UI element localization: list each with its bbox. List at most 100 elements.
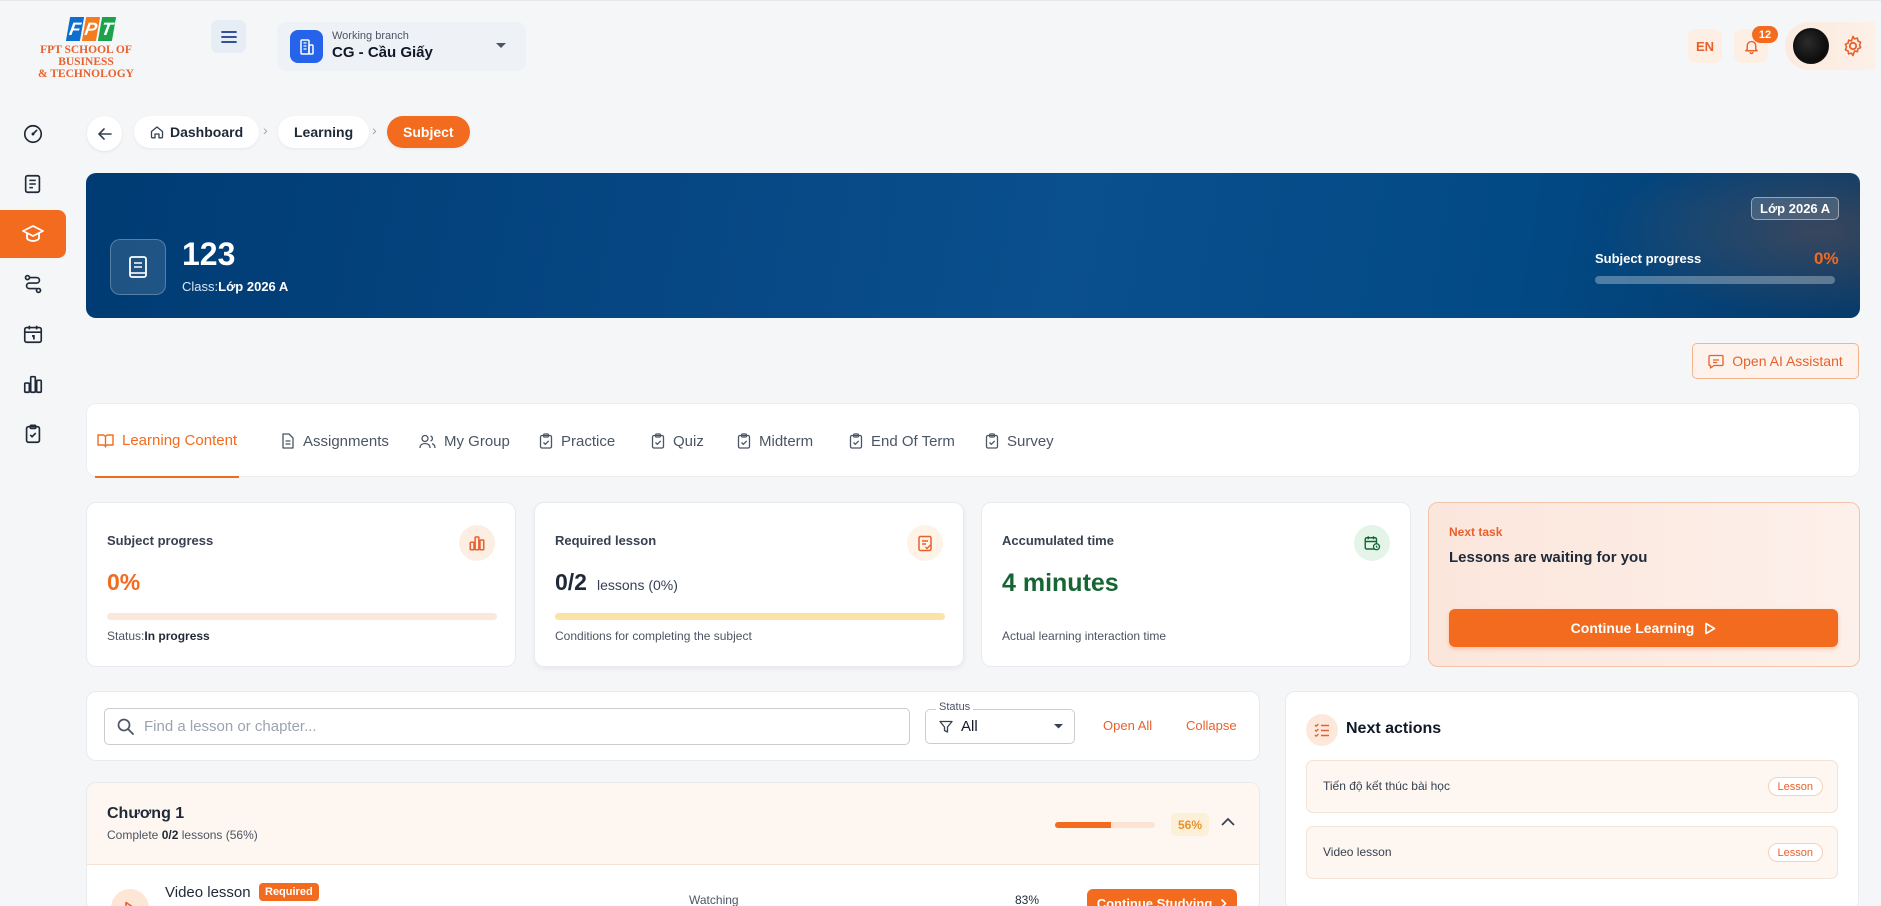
breadcrumb-label: Learning — [294, 124, 354, 140]
tab-my-group[interactable]: My Group — [417, 404, 512, 478]
breadcrumb-subject[interactable]: Subject — [387, 116, 470, 148]
branch-name: CG - Cầu Giấy — [332, 44, 433, 61]
subject-progress-value: 0% — [1814, 249, 1839, 268]
subject-progress-bar — [107, 613, 497, 620]
play-icon[interactable] — [111, 889, 149, 906]
school-name: FPT SCHOOL OF BUSINESS & TECHNOLOGY — [38, 44, 134, 80]
status-select-label: Status — [936, 701, 974, 713]
open-ai-assistant-button[interactable]: Open AI Assistant — [1692, 343, 1859, 379]
lesson-name[interactable]: Video lesson — [165, 884, 251, 901]
accumulated-time-value: 4 minutes — [1002, 569, 1119, 597]
next-action-item[interactable]: Tiến độ kết thúc bài học Lesson — [1306, 760, 1838, 813]
gear-icon[interactable] — [1841, 34, 1865, 58]
breadcrumb-dashboard[interactable]: Dashboard — [134, 116, 260, 148]
document-icon — [281, 433, 295, 449]
subject-progress-value: 0% — [107, 569, 141, 595]
search-field[interactable] — [104, 708, 910, 745]
accumulated-time-card: Accumulated time 4 minutes Actual learni… — [981, 502, 1411, 667]
lesson-tag: Lesson — [1767, 777, 1823, 796]
avatar[interactable] — [1793, 28, 1829, 64]
tab-assignments[interactable]: Assignments — [279, 404, 391, 478]
open-all-button[interactable]: Open All — [1103, 718, 1152, 733]
subject-title: 123 — [182, 236, 236, 272]
filter-icon — [939, 720, 953, 734]
breadcrumb-label: Dashboard — [170, 124, 244, 140]
sidebar-item-learning[interactable] — [0, 210, 66, 258]
book-open-icon — [97, 433, 114, 448]
next-task-card: Next task Lessons are waiting for you Co… — [1428, 502, 1860, 667]
sidebar-item-tasks[interactable] — [0, 410, 66, 458]
menu-toggle-button[interactable] — [211, 20, 246, 53]
route-icon — [22, 273, 44, 295]
breadcrumb-label: Subject — [403, 124, 454, 140]
bar-chart-icon — [22, 373, 44, 395]
sidebar-item-documents[interactable] — [0, 160, 66, 208]
chapter-summary: Complete 0/2 lessons (56%) — [107, 828, 258, 842]
clipboard-check-icon — [849, 433, 863, 449]
calendar-clock-icon — [1354, 525, 1390, 561]
lesson-status: Watching — [689, 893, 739, 906]
sidebar-item-dashboard[interactable] — [0, 110, 66, 158]
subject-progress-label: Subject progress — [1595, 251, 1702, 266]
tab-quiz[interactable]: Quiz — [649, 404, 706, 478]
next-task-text: Lessons are waiting for you — [1449, 549, 1648, 566]
status-select[interactable]: Status All — [925, 701, 1075, 744]
sidebar-item-calendar[interactable] — [0, 310, 66, 358]
chapter-progress-value: 56% — [1171, 813, 1209, 836]
chapter-header[interactable]: Chương 1 Complete 0/2 lessons (56%) 56% — [87, 783, 1259, 865]
list-check-icon — [1306, 714, 1338, 746]
required-lesson-footer: Conditions for completing the subject — [555, 629, 752, 643]
breadcrumb-separator: › — [372, 122, 377, 138]
arrow-left-icon — [97, 127, 112, 141]
calendar-icon — [22, 323, 44, 345]
chevron-right-icon — [1220, 898, 1227, 906]
continue-learning-button[interactable]: Continue Learning — [1449, 609, 1838, 647]
accumulated-time-footer: Actual learning interaction time — [1002, 629, 1167, 643]
sidebar-item-roadmap[interactable] — [0, 260, 66, 308]
search-input[interactable] — [144, 718, 884, 735]
chapter-title: Chương 1 — [107, 805, 185, 822]
user-menu[interactable] — [1785, 22, 1875, 70]
subject-progress-card: Subject progress 0% Status:In progress — [86, 502, 516, 667]
clipboard-check-icon — [737, 433, 751, 449]
book-icon — [110, 239, 166, 295]
notifications-button[interactable]: 12 — [1734, 26, 1778, 63]
tab-end-of-term[interactable]: End Of Term — [847, 404, 957, 478]
clipboard-check-icon — [651, 433, 665, 449]
play-icon — [1704, 622, 1716, 635]
chevron-down-icon — [495, 42, 507, 50]
subject-progress-bar — [1595, 276, 1835, 284]
continue-studying-button[interactable]: Continue Studying — [1087, 889, 1237, 906]
book-icon — [22, 173, 44, 195]
language-button[interactable]: EN — [1688, 29, 1722, 63]
branch-selector[interactable]: Working branch CG - Cầu Giấy — [277, 22, 526, 71]
next-actions-title: Next actions — [1346, 720, 1442, 737]
hamburger-icon — [220, 30, 237, 44]
clipboard-check-icon — [22, 423, 44, 445]
clipboard-list-icon — [907, 525, 943, 561]
back-button[interactable] — [87, 116, 122, 151]
dashboard-icon — [22, 123, 44, 145]
subject-tabs: Learning Content Assignments My Group Pr… — [86, 403, 1860, 478]
school-logo[interactable]: FPT FPT SCHOOL OF BUSINESS & TECHNOLOGY — [16, 17, 156, 80]
breadcrumb-learning[interactable]: Learning — [278, 116, 370, 148]
required-lesson-count: 0/2 lessons (0%) — [555, 569, 678, 595]
tab-learning-content[interactable]: Learning Content — [95, 404, 240, 478]
fpt-logo-mark: FPT — [65, 17, 156, 41]
chevron-up-icon[interactable] — [1221, 817, 1235, 826]
lesson-tag: Lesson — [1767, 843, 1823, 862]
tab-midterm[interactable]: Midterm — [735, 404, 815, 478]
required-lesson-bar — [555, 613, 945, 620]
home-icon — [150, 125, 164, 139]
required-lesson-card: Required lesson 0/2 lessons (0%) Conditi… — [534, 502, 964, 667]
collapse-button[interactable]: Collapse — [1186, 718, 1237, 733]
branch-label: Working branch — [332, 30, 409, 42]
tab-practice[interactable]: Practice — [537, 404, 617, 478]
chapter-card: Chương 1 Complete 0/2 lessons (56%) 56% … — [86, 782, 1260, 906]
lesson-filter-panel: Status All Open All Collapse — [86, 691, 1260, 761]
required-badge: Required — [259, 883, 319, 901]
next-action-item[interactable]: Video lesson Lesson — [1306, 826, 1838, 879]
sidebar-item-reports[interactable] — [0, 360, 66, 408]
tab-survey[interactable]: Survey — [983, 404, 1056, 478]
subject-class: Class:Lớp 2026 A — [182, 279, 289, 294]
